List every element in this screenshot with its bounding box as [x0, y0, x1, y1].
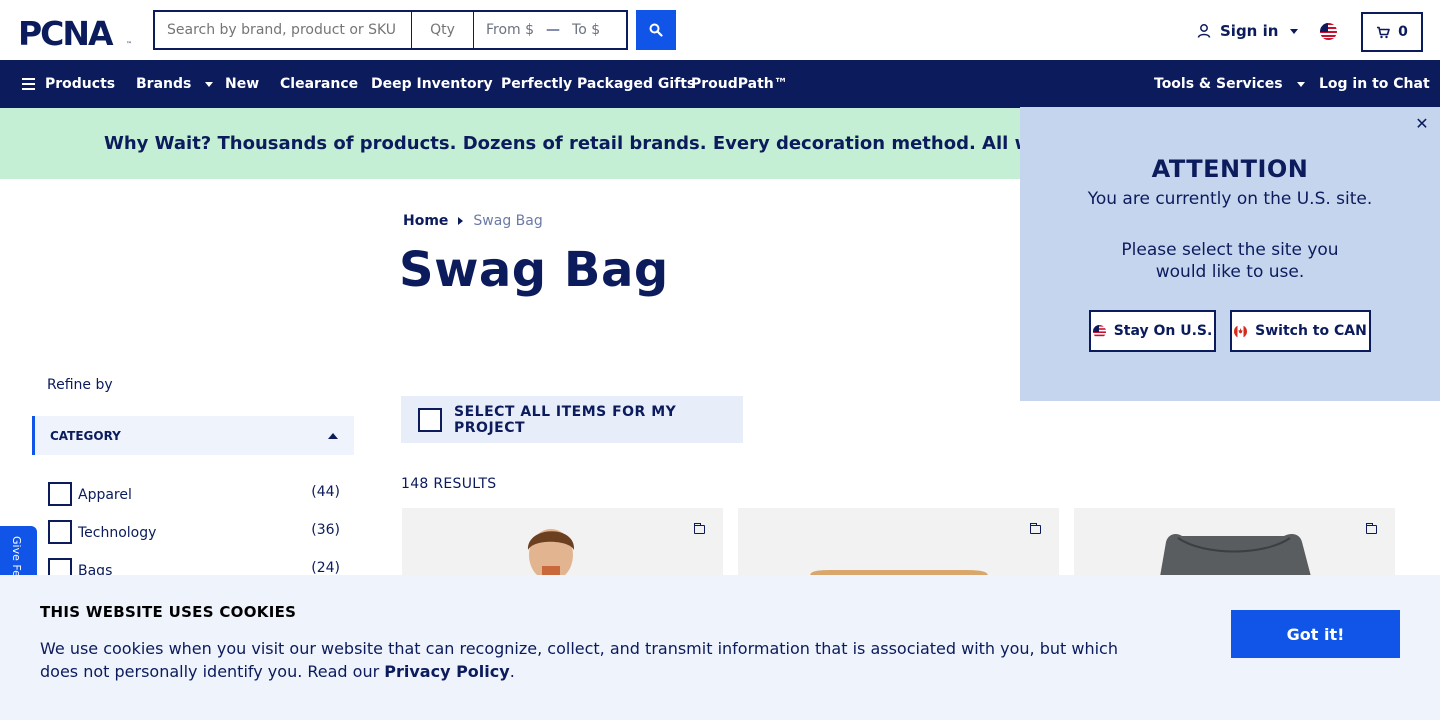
site-select-popup: ✕ ATTENTION You are currently on the U.S… — [1020, 107, 1440, 401]
cookie-text: We use cookies when you visit our websit… — [40, 637, 1140, 683]
nav-products-label: Products — [45, 76, 116, 92]
page-title: Swag Bag — [399, 242, 669, 298]
qty-input[interactable] — [412, 12, 474, 48]
chevron-down-icon — [1296, 81, 1305, 87]
nav-proudpath[interactable]: ProudPath™ — [691, 60, 788, 108]
filter-count: (36) — [311, 522, 340, 538]
breadcrumb-home[interactable]: Home — [403, 213, 448, 229]
nav-packaged-gifts[interactable]: Perfectly Packaged Gifts — [501, 60, 695, 108]
site-header: PCNA ™ From $ — To $ Sign in — [0, 0, 1440, 60]
filter-count: (24) — [311, 560, 340, 576]
switch-label: Switch to CAN — [1255, 323, 1367, 339]
filter-technology[interactable]: Technology (36) — [48, 519, 340, 545]
cart-icon — [1377, 26, 1390, 38]
nav-products[interactable]: Products — [22, 60, 115, 108]
nav-proudpath-label: ProudPath™ — [691, 76, 788, 92]
stay-label: Stay On U.S. — [1113, 323, 1213, 339]
pcna-logo[interactable]: PCNA ™ — [18, 15, 136, 49]
cookie-period: . — [509, 662, 515, 681]
nav-brands[interactable]: Brands — [136, 60, 214, 108]
add-to-project-icon[interactable] — [1030, 523, 1041, 534]
select-all-project[interactable]: SELECT ALL ITEMS FOR MY PROJECT — [401, 396, 743, 443]
nav-chat-label: Log in to Chat — [1319, 76, 1430, 92]
menu-icon — [22, 78, 35, 90]
chevron-up-icon — [328, 432, 338, 439]
us-flag-icon — [1092, 324, 1106, 338]
filter-label: Technology — [78, 525, 157, 541]
breadcrumb: Home Swag Bag — [403, 213, 543, 229]
privacy-policy-link[interactable]: Privacy Policy — [384, 662, 509, 681]
refine-label: Refine by — [47, 377, 113, 393]
cookie-title: THIS WEBSITE USES COOKIES — [40, 603, 297, 621]
nav-deep-inventory-label: Deep Inventory — [371, 76, 493, 92]
got-it-button[interactable]: Got it! — [1231, 610, 1400, 658]
switch-to-can-button[interactable]: Switch to CAN — [1230, 310, 1371, 352]
chevron-down-icon — [205, 81, 214, 87]
nav-new-label: New — [225, 76, 260, 92]
select-all-label: SELECT ALL ITEMS FOR MY PROJECT — [454, 403, 677, 436]
popup-message: You are currently on the U.S. site. — [1087, 189, 1373, 209]
checkbox[interactable] — [48, 520, 72, 544]
nav-clearance[interactable]: Clearance — [280, 60, 358, 108]
price-to-field[interactable]: To $ — [572, 22, 600, 38]
search-input[interactable] — [155, 12, 412, 48]
sign-in-menu[interactable]: Sign in — [1196, 22, 1299, 40]
cart-count: 0 — [1398, 24, 1408, 40]
popup-title: ATTENTION — [1151, 155, 1309, 183]
select-all-checkbox[interactable] — [418, 407, 442, 432]
sign-in-label: Sign in — [1220, 22, 1279, 40]
chevron-down-icon — [1290, 28, 1299, 34]
cart-button[interactable]: 0 — [1361, 12, 1423, 52]
search-button[interactable] — [636, 10, 676, 50]
cookie-body: We use cookies when you visit our websit… — [40, 639, 1118, 681]
nav-chat[interactable]: Log in to Chat — [1319, 60, 1430, 108]
category-header-label: CATEGORY — [50, 428, 121, 443]
nav-packaged-gifts-label: Perfectly Packaged Gifts — [501, 76, 696, 92]
filter-count: (44) — [311, 484, 340, 500]
us-flag-icon[interactable] — [1320, 23, 1337, 40]
page: PCNA ™ From $ — To $ Sign in — [0, 0, 1440, 720]
breadcrumb-arrow-icon — [458, 217, 464, 225]
results-count: 148 RESULTS — [401, 476, 497, 492]
add-to-project-icon[interactable] — [1366, 523, 1377, 534]
checkbox[interactable] — [48, 482, 72, 506]
canada-flag-icon — [1234, 324, 1248, 338]
nav-clearance-label: Clearance — [280, 76, 359, 92]
filter-apparel[interactable]: Apparel (44) — [48, 481, 340, 507]
close-icon[interactable]: ✕ — [1414, 116, 1430, 132]
add-to-project-icon[interactable] — [694, 523, 705, 534]
nav-new[interactable]: New — [225, 60, 259, 108]
nav-tools-label: Tools & Services — [1154, 76, 1283, 92]
nav-tools-services[interactable]: Tools & Services — [1154, 60, 1305, 108]
promo-text: Why Wait? Thousands of products. Dozens … — [104, 133, 1175, 154]
breadcrumb-current: Swag Bag — [473, 213, 543, 229]
svg-text:™: ™ — [126, 41, 132, 48]
nav-deep-inventory[interactable]: Deep Inventory — [371, 60, 493, 108]
svg-text:PCNA: PCNA — [18, 15, 114, 49]
search-bar: From $ — To $ — [153, 10, 628, 50]
nav-brands-label: Brands — [136, 76, 192, 92]
popup-instruction: Please select the site you would like to… — [1121, 240, 1339, 282]
user-icon — [1197, 24, 1211, 38]
price-dash: — — [546, 22, 561, 38]
category-filter-header[interactable]: CATEGORY — [32, 416, 354, 455]
stay-on-us-button[interactable]: Stay On U.S. — [1089, 310, 1216, 352]
filter-label: Apparel — [78, 487, 132, 503]
price-from-field[interactable]: From $ — [486, 22, 534, 38]
price-range[interactable]: From $ — To $ — [474, 12, 626, 48]
main-nav: Products Brands New Clearance Deep Inven… — [0, 60, 1440, 108]
cookie-banner: THIS WEBSITE USES COOKIES We use cookies… — [0, 575, 1440, 720]
search-icon — [649, 23, 663, 37]
